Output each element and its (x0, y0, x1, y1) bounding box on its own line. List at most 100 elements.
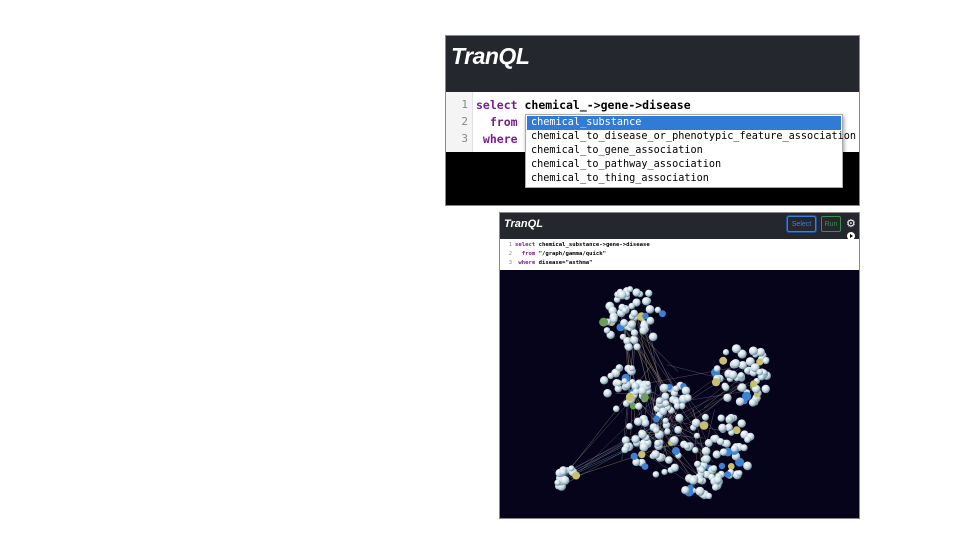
graph-node[interactable] (727, 463, 735, 470)
graph-node[interactable] (631, 435, 640, 444)
graph-node[interactable] (723, 393, 732, 402)
graph-node[interactable] (728, 370, 738, 380)
graph-node[interactable] (699, 421, 709, 430)
graph-node[interactable] (694, 460, 701, 468)
graph-node[interactable] (642, 312, 649, 320)
graph-node[interactable] (761, 384, 770, 394)
graph-node[interactable] (554, 479, 561, 486)
graph-node[interactable] (633, 343, 641, 351)
graph-node[interactable] (731, 358, 741, 369)
graph-node[interactable] (683, 442, 690, 450)
run-button[interactable]: Run (821, 216, 841, 232)
graph-node[interactable] (635, 402, 643, 411)
graph-node[interactable] (750, 380, 758, 388)
graph-node[interactable] (711, 378, 721, 387)
graph-node[interactable] (628, 365, 635, 372)
graph-node[interactable] (702, 454, 711, 464)
autocomplete-dropdown[interactable]: chemical_substance chemical_to_disease_o… (525, 114, 856, 188)
graph-node[interactable] (653, 427, 660, 434)
graph-node[interactable] (691, 418, 701, 428)
graph-node[interactable] (617, 290, 627, 300)
graph-node[interactable] (698, 467, 705, 474)
code-line[interactable]: select chemical_substance->gene->disease (515, 242, 650, 248)
graph-node[interactable] (704, 439, 713, 448)
graph-node[interactable] (638, 450, 646, 459)
code-line[interactable]: where disease="asthma" (515, 260, 592, 266)
graph-node[interactable] (748, 398, 757, 407)
graph-node[interactable] (737, 419, 746, 428)
graph-node[interactable] (665, 456, 673, 464)
graph-node[interactable] (641, 463, 649, 470)
autocomplete-item[interactable]: chemical_to_gene_association (527, 144, 841, 158)
graph-node[interactable] (737, 372, 745, 379)
graph-node[interactable] (730, 444, 739, 453)
graph-node[interactable] (652, 415, 660, 423)
graph-node[interactable] (652, 471, 660, 478)
graph-node[interactable] (651, 450, 660, 459)
graph-node[interactable] (712, 483, 719, 491)
graph-node[interactable] (710, 465, 718, 473)
code-line[interactable]: select chemical_->gene->disease (476, 98, 691, 112)
graph-node[interactable] (639, 326, 648, 335)
graph-node[interactable] (673, 403, 681, 410)
graph-node[interactable] (625, 392, 635, 402)
graph-node[interactable] (654, 306, 661, 314)
graph-node[interactable] (607, 372, 614, 380)
graph-node[interactable] (641, 418, 650, 427)
graph-node[interactable] (713, 475, 722, 484)
autocomplete-item[interactable]: chemical_to_thing_association (527, 172, 841, 186)
graph-node[interactable] (633, 417, 643, 426)
graph-node[interactable] (762, 357, 770, 365)
graph-node[interactable] (736, 470, 743, 477)
gear-icon[interactable]: ⚙ (846, 217, 856, 230)
graph-node[interactable] (630, 335, 639, 345)
graph-node[interactable] (725, 415, 733, 424)
code-line[interactable]: where (476, 132, 518, 146)
graph-node[interactable] (717, 414, 725, 422)
graph-node[interactable] (621, 436, 630, 445)
graph-node[interactable] (661, 468, 668, 476)
graph-node[interactable] (632, 288, 641, 297)
graph-node[interactable] (621, 446, 629, 454)
graph-node[interactable] (654, 439, 662, 447)
graph-node[interactable] (718, 423, 727, 432)
graph-node[interactable] (674, 426, 683, 434)
graph-node[interactable] (568, 465, 575, 472)
autocomplete-item[interactable]: chemical_substance (527, 116, 841, 130)
graph-node[interactable] (648, 332, 658, 342)
graph-node[interactable] (639, 442, 649, 452)
graph-node[interactable] (640, 393, 649, 402)
autocomplete-item[interactable]: chemical_to_disease_or_phenotypic_featur… (527, 130, 856, 144)
graph-node[interactable] (719, 356, 728, 365)
select-button[interactable]: Select (787, 216, 816, 232)
graph-node[interactable] (638, 430, 647, 439)
query-editor[interactable]: 1 2 3 select chemical_substance->gene->d… (500, 239, 859, 270)
graph-node[interactable] (645, 305, 655, 314)
graph-node[interactable] (599, 317, 609, 327)
graph-node[interactable] (620, 319, 629, 327)
graph-node[interactable] (692, 447, 699, 454)
graph-node[interactable] (722, 349, 730, 356)
graph-node[interactable] (684, 394, 692, 402)
graph-node[interactable] (662, 400, 670, 407)
graph-node[interactable] (722, 383, 730, 392)
graph-node[interactable] (670, 435, 679, 445)
graph-node[interactable] (693, 432, 701, 439)
graph-node[interactable] (641, 296, 651, 306)
graph-node[interactable] (681, 486, 690, 495)
graph-node[interactable] (689, 476, 698, 485)
graph-node[interactable] (712, 450, 721, 459)
graph-node[interactable] (603, 388, 612, 398)
graph-node[interactable] (621, 307, 628, 314)
graph-node[interactable] (740, 444, 748, 452)
graph-node[interactable] (713, 365, 721, 373)
graph-node[interactable] (719, 448, 728, 456)
graph-node[interactable] (612, 405, 620, 413)
graph-node[interactable] (630, 329, 639, 337)
graph-node[interactable] (737, 383, 747, 392)
graph-node[interactable] (675, 413, 684, 423)
graph-node[interactable] (628, 302, 635, 310)
graph-node[interactable] (701, 413, 709, 421)
graph-node[interactable] (572, 471, 581, 480)
graph-node[interactable] (664, 428, 671, 435)
